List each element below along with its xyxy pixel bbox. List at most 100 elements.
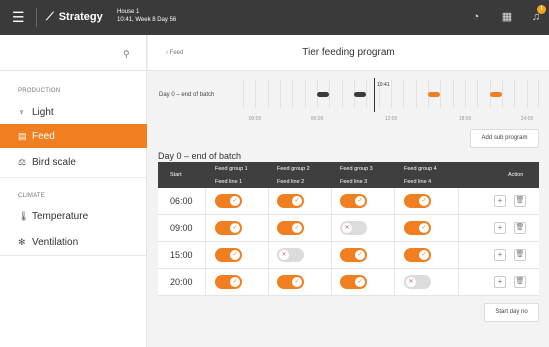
column-divider: [205, 215, 206, 241]
trash-icon[interactable]: 🗑: [514, 249, 526, 261]
table-row: 06:00 ✓ ✓ ✓ ✓ + 🗑: [158, 188, 539, 215]
start-time[interactable]: 09:00: [170, 223, 193, 233]
timeline-track[interactable]: 10:41 00:00 06:00 12:00 18:00 24:00: [243, 78, 539, 122]
feed-toggle[interactable]: ✓: [277, 194, 304, 208]
start-day-no-button[interactable]: Start day no: [484, 303, 539, 322]
sidebar-item-bird-scale[interactable]: ⚖ Bird scale: [0, 150, 147, 174]
divider: [0, 255, 147, 256]
feed-toggle[interactable]: ✕: [277, 248, 304, 262]
timeline-tick: [403, 80, 404, 108]
column-header-group: Feed group 3: [340, 166, 373, 172]
timeline-tick: [243, 80, 244, 108]
start-time[interactable]: 20:00: [170, 277, 193, 287]
search-icon[interactable]: ⚲: [123, 49, 130, 60]
column-header-line: Feed line 4: [404, 179, 432, 185]
feed-toggle[interactable]: ✓: [215, 194, 242, 208]
column-divider: [394, 215, 395, 241]
column-header-line: Feed line 2: [277, 179, 305, 185]
timeline-tick: [329, 80, 330, 108]
check-icon: ✓: [355, 250, 365, 260]
feed-slot-dark[interactable]: [317, 92, 329, 97]
sidebar-item-light[interactable]: ♆ Light: [0, 100, 147, 124]
timeline-tick: [477, 80, 478, 108]
start-time[interactable]: 15:00: [170, 250, 193, 260]
x-icon: ✕: [342, 223, 352, 233]
check-icon: ✓: [419, 223, 429, 233]
house-time: 10:41, Week 8 Day 56: [117, 17, 177, 23]
column-divider: [331, 215, 332, 241]
column-divider: [268, 215, 269, 241]
timeline-tick: [416, 80, 417, 108]
document-icon[interactable]: ▦: [500, 10, 514, 24]
x-icon: ✕: [279, 250, 289, 260]
add-sub-program-button[interactable]: Add sub program: [470, 129, 539, 148]
top-bar: ☰ ⟋ Strategy House 1 10:41, Week 8 Day 56…: [0, 0, 549, 35]
now-marker: [374, 78, 375, 112]
divider: [0, 177, 147, 178]
bulb-icon: ♆: [18, 107, 25, 117]
check-icon: ✓: [355, 196, 365, 206]
feed-toggle[interactable]: ✓: [277, 221, 304, 235]
trash-icon[interactable]: 🗑: [514, 276, 526, 288]
feed-slot-orange[interactable]: [428, 92, 440, 97]
notification-badge: !: [537, 5, 546, 14]
check-icon: ✓: [292, 223, 302, 233]
sidebar-item-label: Ventilation: [32, 237, 79, 248]
column-divider: [268, 269, 269, 295]
column-divider: [205, 188, 206, 214]
now-label: 10:41: [377, 82, 390, 88]
section-title: Day 0 – end of batch: [158, 151, 242, 161]
table-row: 20:00 ✓ ✓ ✓ ✕ + 🗑: [158, 269, 539, 296]
table-body: 06:00 ✓ ✓ ✓ ✓ + 🗑 09:00 ✓ ✓ ✕ ✓ + 🗑 15:00 ✓ ✕ ✓ ✓ + 🗑 20:00 ✓ ✓…: [158, 188, 539, 296]
feed-toggle[interactable]: ✓: [215, 248, 242, 262]
gauge-icon[interactable]: ◔: [469, 10, 483, 24]
divider: [36, 8, 37, 27]
sidebar-item-feed[interactable]: ▤ Feed: [0, 124, 147, 148]
trash-icon[interactable]: 🗑: [514, 195, 526, 207]
timeline-tick: [502, 80, 503, 108]
axis-label: 24:00: [520, 116, 534, 122]
feed-toggle[interactable]: ✕: [340, 221, 367, 235]
add-icon[interactable]: +: [494, 222, 506, 234]
timeline-tick: [453, 80, 454, 108]
feed-slot-orange[interactable]: [490, 92, 502, 97]
feed-toggle[interactable]: ✕: [404, 275, 431, 289]
check-icon: ✓: [292, 277, 302, 287]
start-time[interactable]: 06:00: [170, 196, 193, 206]
timeline-tick: [366, 80, 367, 108]
timeline-label: Day 0 – end of batch: [159, 92, 215, 98]
sidebar-item-temperature[interactable]: 🌡 Temperature: [0, 204, 147, 228]
timeline-tick: [255, 80, 256, 108]
add-icon[interactable]: +: [494, 249, 506, 261]
table-header: Start Feed group 1 Feed line 1 Feed grou…: [158, 162, 539, 188]
check-icon: ✓: [419, 250, 429, 260]
feed-toggle[interactable]: ✓: [404, 248, 431, 262]
column-divider: [458, 215, 459, 241]
axis-label: 18:00: [458, 116, 472, 122]
sidebar-item-ventilation[interactable]: ✻ Ventilation: [0, 230, 147, 254]
column-divider: [205, 242, 206, 268]
check-icon: ✓: [230, 277, 240, 287]
menu-icon[interactable]: ☰: [12, 9, 25, 25]
sidebar-item-label: Light: [32, 107, 54, 118]
timeline-tick: [280, 80, 281, 108]
feed-toggle[interactable]: ✓: [404, 221, 431, 235]
feed-slot-dark[interactable]: [354, 92, 366, 97]
feed-toggle[interactable]: ✓: [340, 248, 367, 262]
feed-toggle[interactable]: ✓: [215, 221, 242, 235]
feed-toggle[interactable]: ✓: [340, 275, 367, 289]
trash-icon[interactable]: 🗑: [514, 222, 526, 234]
feed-toggle[interactable]: ✓: [404, 194, 431, 208]
house-name: House 1: [117, 9, 140, 15]
add-icon[interactable]: +: [494, 195, 506, 207]
timeline-tick: [391, 80, 392, 108]
feed-toggle[interactable]: ✓: [215, 275, 242, 289]
feed-toggle[interactable]: ✓: [340, 194, 367, 208]
add-icon[interactable]: +: [494, 276, 506, 288]
column-divider: [394, 188, 395, 214]
feed-toggle[interactable]: ✓: [277, 275, 304, 289]
column-header-group: Feed group 1: [215, 166, 248, 172]
sidebar-search[interactable]: ⚲: [0, 35, 147, 71]
column-divider: [458, 269, 459, 295]
timeline-tick: [538, 80, 539, 108]
